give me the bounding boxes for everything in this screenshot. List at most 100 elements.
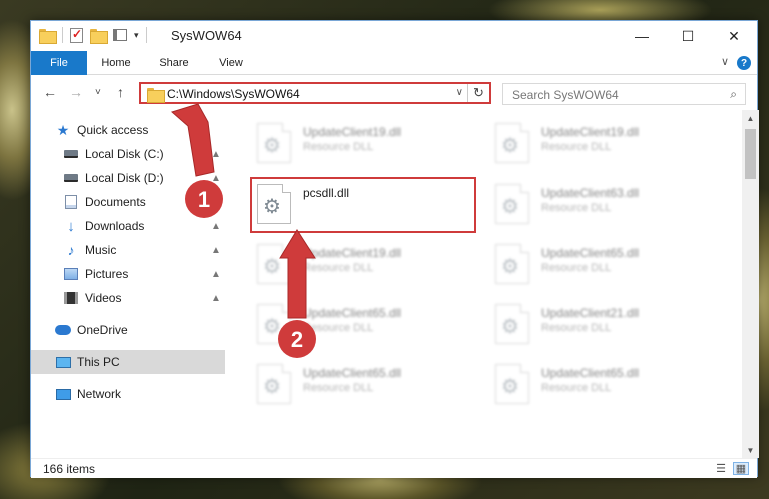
pin-icon[interactable]: ▲ xyxy=(211,293,221,304)
help-icon[interactable]: ? xyxy=(737,56,751,70)
file-type: Resource DLL xyxy=(303,322,374,334)
search-input[interactable]: Search SysWOW64 ⌕ xyxy=(502,83,746,105)
list-item[interactable]: ⚙ UpdateClient19.dll Resource DLL xyxy=(253,241,483,289)
file-type: Resource DLL xyxy=(303,382,374,394)
file-name: UpdateClient19.dll xyxy=(303,125,402,139)
window-title: SysWOW64 xyxy=(171,28,242,43)
pin-icon[interactable]: ▲ xyxy=(211,269,221,280)
sidebar-item-label: OneDrive xyxy=(77,323,128,337)
details-view-icon[interactable]: ☰ xyxy=(713,462,729,475)
sidebar-item-this-pc[interactable]: This PC xyxy=(31,350,225,374)
downloads-icon: ↓ xyxy=(67,217,75,235)
star-icon: ★ xyxy=(56,121,70,138)
sidebar-item-network[interactable]: Network xyxy=(31,382,225,406)
list-item[interactable]: ⚙ UpdateClient65.dll Resource DLL xyxy=(253,301,483,349)
file-explorer-window: ▾ SysWOW64 — ☐ ✕ File Home Share View ∨ … xyxy=(30,20,759,478)
folder-icon xyxy=(39,28,57,44)
file-type: Resource DLL xyxy=(541,262,612,274)
sidebar-item-label: Documents xyxy=(85,195,146,209)
dll-file-icon: ⚙ xyxy=(495,123,529,163)
close-button[interactable]: ✕ xyxy=(711,21,757,51)
sidebar-item-label: Downloads xyxy=(85,219,145,233)
list-item[interactable]: ⚙ UpdateClient65.dll Resource DLL xyxy=(491,241,721,289)
address-path[interactable]: C:\Windows\SysWOW64 xyxy=(167,87,300,101)
network-icon xyxy=(55,386,71,402)
maximize-button[interactable]: ☐ xyxy=(665,21,711,51)
folder-icon xyxy=(147,88,165,103)
sidebar-item-label: Pictures xyxy=(85,267,129,281)
navigation-bar: ← → ˅ ↑ C:\Windows\SysWOW64 ∨ ↻ Search S… xyxy=(31,76,757,110)
file-type: Resource DLL xyxy=(541,141,612,153)
back-arrow-icon[interactable]: ← xyxy=(43,84,57,100)
tab-file[interactable]: File xyxy=(31,51,87,75)
address-bar[interactable]: C:\Windows\SysWOW64 ∨ ↻ xyxy=(139,82,491,104)
pin-icon[interactable]: ▲ xyxy=(211,245,221,256)
file-name: UpdateClient21.dll xyxy=(541,306,640,320)
sidebar-item-music[interactable]: ♪ Music ▲ xyxy=(31,238,225,262)
sidebar-item-local-disk-d[interactable]: Local Disk (D:) ▲ xyxy=(31,166,225,190)
drive-icon xyxy=(63,170,79,186)
sidebar-item-label: Quick access xyxy=(77,123,149,137)
pictures-icon xyxy=(63,266,79,282)
file-name: UpdateClient19.dll xyxy=(303,246,402,260)
refresh-icon[interactable]: ↻ xyxy=(467,84,489,102)
documents-icon xyxy=(63,194,79,210)
pin-icon[interactable]: ▲ xyxy=(211,173,221,184)
collapse-ribbon-icon[interactable]: ∨ xyxy=(721,55,729,68)
dll-file-icon: ⚙ xyxy=(257,304,291,344)
list-item[interactable]: ⚙ UpdateClient19.dll Resource DLL xyxy=(253,120,483,168)
status-bar: 166 items ☰ ▦ xyxy=(31,458,757,478)
search-placeholder: Search SysWOW64 xyxy=(512,88,619,102)
divider xyxy=(62,27,63,43)
search-icon[interactable]: ⌕ xyxy=(730,87,737,102)
scroll-down-icon[interactable]: ▼ xyxy=(742,442,759,458)
pin-icon[interactable]: ▲ xyxy=(211,221,221,232)
drive-icon xyxy=(63,146,79,162)
sidebar-item-downloads[interactable]: ↓ Downloads ▲ xyxy=(31,214,225,238)
customize-qat-icon[interactable] xyxy=(113,29,127,41)
tab-view[interactable]: View xyxy=(203,51,259,75)
file-list: ⚙ UpdateClient19.dll Resource DLL ⚙ pcsd… xyxy=(225,110,742,458)
list-item[interactable]: ⚙ UpdateClient65.dll Resource DLL xyxy=(491,361,721,409)
scroll-thumb[interactable] xyxy=(745,129,756,179)
sidebar-item-label: Videos xyxy=(85,291,122,305)
file-type: Resource DLL xyxy=(303,141,374,153)
vertical-scrollbar[interactable]: ▲ ▼ xyxy=(742,110,759,458)
dll-file-icon: ⚙ xyxy=(495,304,529,344)
address-dropdown-icon[interactable]: ∨ xyxy=(456,87,463,98)
sidebar-item-documents[interactable]: Documents ▲ xyxy=(31,190,225,214)
file-name: UpdateClient65.dll xyxy=(303,366,402,380)
music-icon: ♪ xyxy=(67,242,75,258)
list-item[interactable]: ⚙ UpdateClient21.dll Resource DLL xyxy=(491,301,721,349)
up-arrow-icon[interactable]: ↑ xyxy=(117,84,124,100)
properties-icon[interactable] xyxy=(70,27,83,43)
sidebar-item-label: Network xyxy=(77,387,122,401)
sidebar-item-quick-access[interactable]: ★ Quick access xyxy=(31,118,225,142)
new-folder-icon[interactable] xyxy=(90,28,108,44)
forward-arrow-icon[interactable]: → xyxy=(69,84,83,100)
file-name: UpdateClient65.dll xyxy=(303,306,402,320)
dll-file-icon: ⚙ xyxy=(257,364,291,404)
dll-file-icon: ⚙ xyxy=(257,123,291,163)
sidebar-item-pictures[interactable]: Pictures ▲ xyxy=(31,262,225,286)
file-name: UpdateClient63.dll xyxy=(541,186,640,200)
pin-icon[interactable]: ▲ xyxy=(211,149,221,160)
list-item[interactable]: ⚙ UpdateClient65.dll Resource DLL xyxy=(253,361,483,409)
large-icons-view-icon[interactable]: ▦ xyxy=(733,462,749,475)
tab-home[interactable]: Home xyxy=(87,51,145,75)
sidebar-item-local-disk-c[interactable]: Local Disk (C:) ▲ xyxy=(31,142,225,166)
sidebar-item-videos[interactable]: Videos ▲ xyxy=(31,286,225,310)
file-type: Resource DLL xyxy=(541,382,612,394)
sidebar-item-onedrive[interactable]: OneDrive xyxy=(31,318,225,342)
videos-icon xyxy=(63,290,79,306)
minimize-button[interactable]: — xyxy=(619,21,665,51)
title-bar: ▾ SysWOW64 — ☐ ✕ xyxy=(31,21,757,51)
recent-locations-icon[interactable]: ˅ xyxy=(95,87,101,98)
dll-file-icon: ⚙ xyxy=(257,244,291,284)
list-item[interactable]: ⚙ UpdateClient63.dll Resource DLL xyxy=(491,181,721,229)
tab-share[interactable]: Share xyxy=(145,51,203,75)
pin-icon[interactable]: ▲ xyxy=(211,197,221,208)
scroll-up-icon[interactable]: ▲ xyxy=(742,110,759,126)
list-item[interactable]: ⚙ UpdateClient19.dll Resource DLL xyxy=(491,120,721,168)
qat-dropdown-icon[interactable]: ▾ xyxy=(134,30,139,41)
